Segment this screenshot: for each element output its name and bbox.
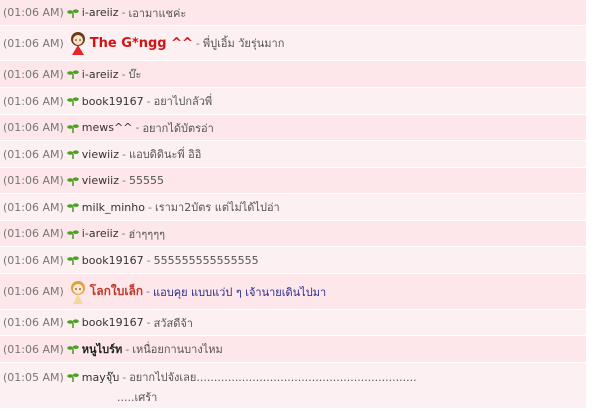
timestamp: (01:06 AM) bbox=[3, 121, 64, 134]
separator: - bbox=[122, 174, 126, 187]
message-text: ฮ่าๆๆๆๆ bbox=[128, 227, 166, 241]
chat-row: (01:06 AM) The G*ngg ^^ - พี่ปูเอิ้ม วัย… bbox=[0, 26, 586, 61]
username[interactable]: book19167 bbox=[82, 254, 144, 267]
username[interactable]: i-areiiz bbox=[82, 227, 119, 240]
timestamp: (01:06 AM) bbox=[3, 6, 64, 19]
girl-avatar-icon bbox=[70, 32, 85, 55]
separator: - bbox=[121, 6, 126, 19]
username[interactable]: book19167 bbox=[82, 316, 144, 329]
message-block: (01:05 AM) mayจุ๊บ - อยากไปจังเลย.......… bbox=[3, 368, 417, 406]
timestamp: (01:06 AM) bbox=[3, 67, 64, 81]
timestamp: (01:06 AM) bbox=[3, 94, 64, 108]
username[interactable]: i-areiiz bbox=[82, 68, 119, 81]
chat-row: (01:06 AM) i-areiiz - เอามาแชค่ะ bbox=[0, 0, 586, 26]
username[interactable]: mews^^ bbox=[82, 121, 133, 134]
sprout-icon bbox=[66, 373, 79, 382]
chat-row: (01:06 AM) book19167 - อยาไปกลัวพี่ bbox=[0, 88, 586, 115]
separator: - bbox=[125, 342, 130, 356]
separator: - bbox=[121, 227, 126, 240]
separator: - bbox=[146, 285, 151, 298]
chat-row: (01:06 AM) milk_minho - เรามา2บัตร แต่ไม… bbox=[0, 194, 586, 221]
chat-row: (01:06 AM) viewiiz - 55555 bbox=[0, 168, 586, 194]
username[interactable]: หนูไบร์ท bbox=[82, 340, 122, 358]
timestamp: (01:06 AM) bbox=[3, 253, 64, 267]
sprout-icon bbox=[66, 123, 79, 133]
separator: - bbox=[135, 121, 140, 134]
separator: - bbox=[195, 36, 200, 50]
message-text: อยากได้บัตรอ่า bbox=[142, 121, 214, 135]
sprout-icon bbox=[66, 345, 79, 354]
chat-row: (01:06 AM) book19167 - สวัสดีจ้า bbox=[0, 310, 586, 336]
message-text: แอบคุย แบบแว่ป ๆ เจ้านายเดินไปมา bbox=[153, 285, 327, 299]
separator: - bbox=[122, 370, 127, 384]
message-text: พี่ปูเอิ้ม วัยรุ่นมาก bbox=[202, 37, 285, 50]
separator: - bbox=[146, 316, 151, 329]
username[interactable]: viewiiz bbox=[82, 148, 119, 161]
message-text: อยาไปกลัวพี่ bbox=[153, 95, 213, 108]
message-text: บ๊ะ bbox=[128, 68, 142, 81]
timestamp: (01:06 AM) bbox=[3, 316, 64, 329]
sprout-icon bbox=[66, 256, 79, 265]
timestamp: (01:05 AM) bbox=[3, 370, 64, 384]
sprout-icon bbox=[66, 318, 79, 328]
message-text: เหนื่อยกานบางไหม bbox=[132, 343, 223, 356]
message-text: 555555555555555 bbox=[153, 253, 259, 267]
timestamp: (01:06 AM) bbox=[3, 200, 64, 214]
chat-log: (01:06 AM) i-areiiz - เอามาแชค่ะ (01:06 … bbox=[0, 0, 586, 409]
sprout-icon bbox=[66, 150, 79, 159]
message-text: สวัสดีจ้า bbox=[153, 316, 193, 330]
timestamp: (01:06 AM) bbox=[3, 174, 64, 187]
chat-row: (01:06 AM) หนูไบร์ท - เหนื่อยกานบางไหม bbox=[0, 336, 586, 363]
sprout-icon bbox=[66, 176, 79, 186]
timestamp: (01:06 AM) bbox=[3, 36, 64, 50]
username[interactable]: milk_minho bbox=[82, 201, 145, 214]
username[interactable]: โลกใบเล็ก bbox=[90, 282, 143, 301]
message-text: 55555 bbox=[129, 174, 164, 187]
separator: - bbox=[147, 200, 152, 214]
chat-row: (01:06 AM) book19167 - 555555555555555 bbox=[0, 247, 586, 274]
message-text: เรามา2บัตร แต่ไม่ได้ไปอ่า bbox=[154, 201, 280, 214]
timestamp: (01:06 AM) bbox=[3, 285, 64, 298]
username[interactable]: i-areiiz bbox=[82, 6, 119, 19]
timestamp: (01:06 AM) bbox=[3, 227, 64, 240]
message-text: อยากไปจังเลย............................… bbox=[129, 371, 417, 384]
message-text: เอามาแชค่ะ bbox=[128, 6, 187, 20]
chat-row: (01:06 AM) viewiiz - แอบดิดินะพี่ อิอิ bbox=[0, 141, 586, 168]
separator: - bbox=[146, 94, 151, 108]
timestamp: (01:06 AM) bbox=[3, 342, 64, 356]
separator: - bbox=[122, 147, 126, 161]
sprout-icon bbox=[66, 229, 79, 239]
sprout-icon bbox=[66, 70, 79, 79]
chat-row: (01:06 AM) i-areiiz - ฮ่าๆๆๆๆ bbox=[0, 221, 586, 247]
username[interactable]: book19167 bbox=[82, 95, 144, 108]
username[interactable]: mayจุ๊บ bbox=[82, 368, 119, 386]
chat-row: (01:06 AM) i-areiiz - บ๊ะ bbox=[0, 61, 586, 88]
separator: - bbox=[121, 67, 126, 81]
sprout-icon bbox=[66, 97, 79, 106]
separator: - bbox=[146, 253, 151, 267]
chat-row: (01:06 AM) โลกใบเล็ก - แอบคุย แบบแว่ป ๆ … bbox=[0, 274, 586, 310]
username[interactable]: The G*ngg ^^ bbox=[90, 36, 193, 51]
message-text: แอบดิดินะพี่ อิอิ bbox=[129, 148, 202, 161]
timestamp: (01:06 AM) bbox=[3, 147, 64, 161]
username[interactable]: viewiiz bbox=[82, 174, 119, 187]
doll-avatar-icon bbox=[70, 280, 85, 304]
chat-row: (01:06 AM) mews^^ - อยากได้บัตรอ่า bbox=[0, 115, 586, 141]
sprout-icon bbox=[66, 8, 79, 18]
sprout-icon bbox=[66, 203, 79, 212]
chat-row: (01:05 AM) mayจุ๊บ - อยากไปจังเลย.......… bbox=[0, 363, 586, 409]
message-text-continued: .....เศร้า bbox=[117, 391, 158, 404]
